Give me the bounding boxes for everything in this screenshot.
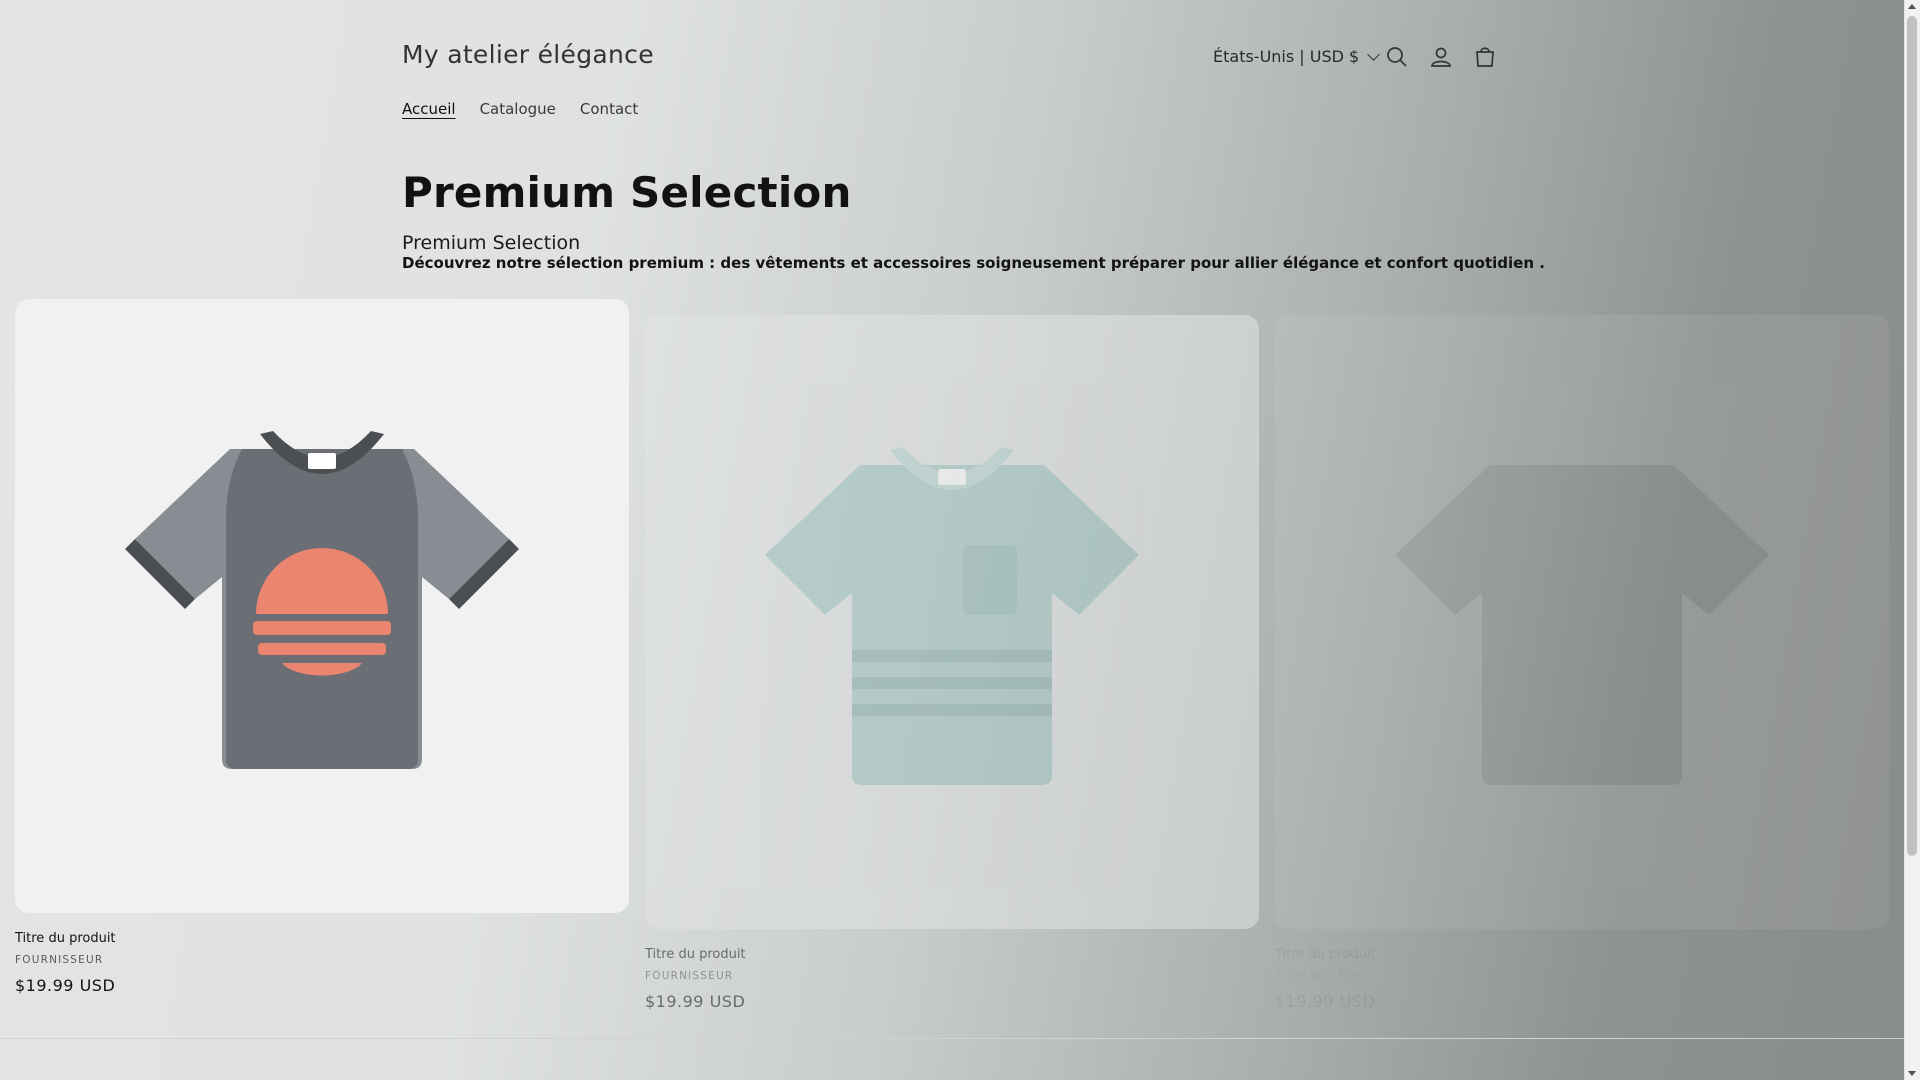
tshirt-icon [125, 431, 519, 769]
tshirt-icon [765, 447, 1139, 785]
page: My atelier élégance Accueil Catalogue Co… [0, 0, 1905, 1080]
product-vendor: FOURNISSEUR [1275, 970, 1364, 982]
tshirt-icon [1395, 465, 1769, 785]
chevron-down-icon [1367, 48, 1381, 61]
scroll-down-icon[interactable] [1908, 1071, 1916, 1076]
product-card[interactable]: Titre du produit FOURNISSEUR $19.99 USD [15, 299, 629, 995]
scroll-up-icon[interactable] [1908, 4, 1916, 9]
product-image[interactable] [1275, 315, 1889, 929]
product-title[interactable]: Titre du produit [15, 931, 629, 946]
section-description: Découvrez notre sélection premium : des … [402, 254, 1545, 272]
page-title: Premium Selection [402, 168, 852, 217]
product-price: $19.99 USD [15, 976, 116, 995]
nav-item-contact[interactable]: Contact [580, 100, 638, 118]
store-logo[interactable]: My atelier élégance [402, 40, 654, 69]
locale-selector[interactable]: États-Unis | USD $ [1213, 47, 1381, 66]
section-divider [0, 1038, 1905, 1039]
product-card[interactable]: Titre du produit FOURNISSEUR $19.99 USD [1275, 315, 1889, 1011]
main-nav: Accueil Catalogue Contact [402, 100, 638, 118]
locale-label: États-Unis | USD $ [1213, 47, 1360, 66]
product-card[interactable]: Titre du produit FOURNISSEUR $19.99 USD [645, 315, 1259, 1011]
section-subtitle: Premium Selection [402, 232, 581, 254]
product-title[interactable]: Titre du produit [1275, 947, 1889, 962]
product-image[interactable] [15, 299, 629, 913]
nav-item-catalogue[interactable]: Catalogue [480, 100, 556, 118]
product-title[interactable]: Titre du produit [645, 947, 1259, 962]
product-price: $19.99 USD [1275, 992, 1376, 1011]
product-image[interactable] [645, 315, 1259, 929]
product-vendor: FOURNISSEUR [15, 954, 104, 966]
search-icon[interactable] [1384, 44, 1410, 70]
account-icon[interactable] [1428, 44, 1454, 70]
site-header: My atelier élégance Accueil Catalogue Co… [402, 0, 1502, 130]
cart-icon[interactable] [1472, 44, 1498, 70]
scrollbar-thumb[interactable] [1907, 16, 1917, 856]
nav-item-accueil[interactable]: Accueil [402, 100, 456, 118]
product-vendor: FOURNISSEUR [645, 970, 734, 982]
product-price: $19.99 USD [645, 992, 746, 1011]
vertical-scrollbar[interactable] [1904, 0, 1920, 1080]
